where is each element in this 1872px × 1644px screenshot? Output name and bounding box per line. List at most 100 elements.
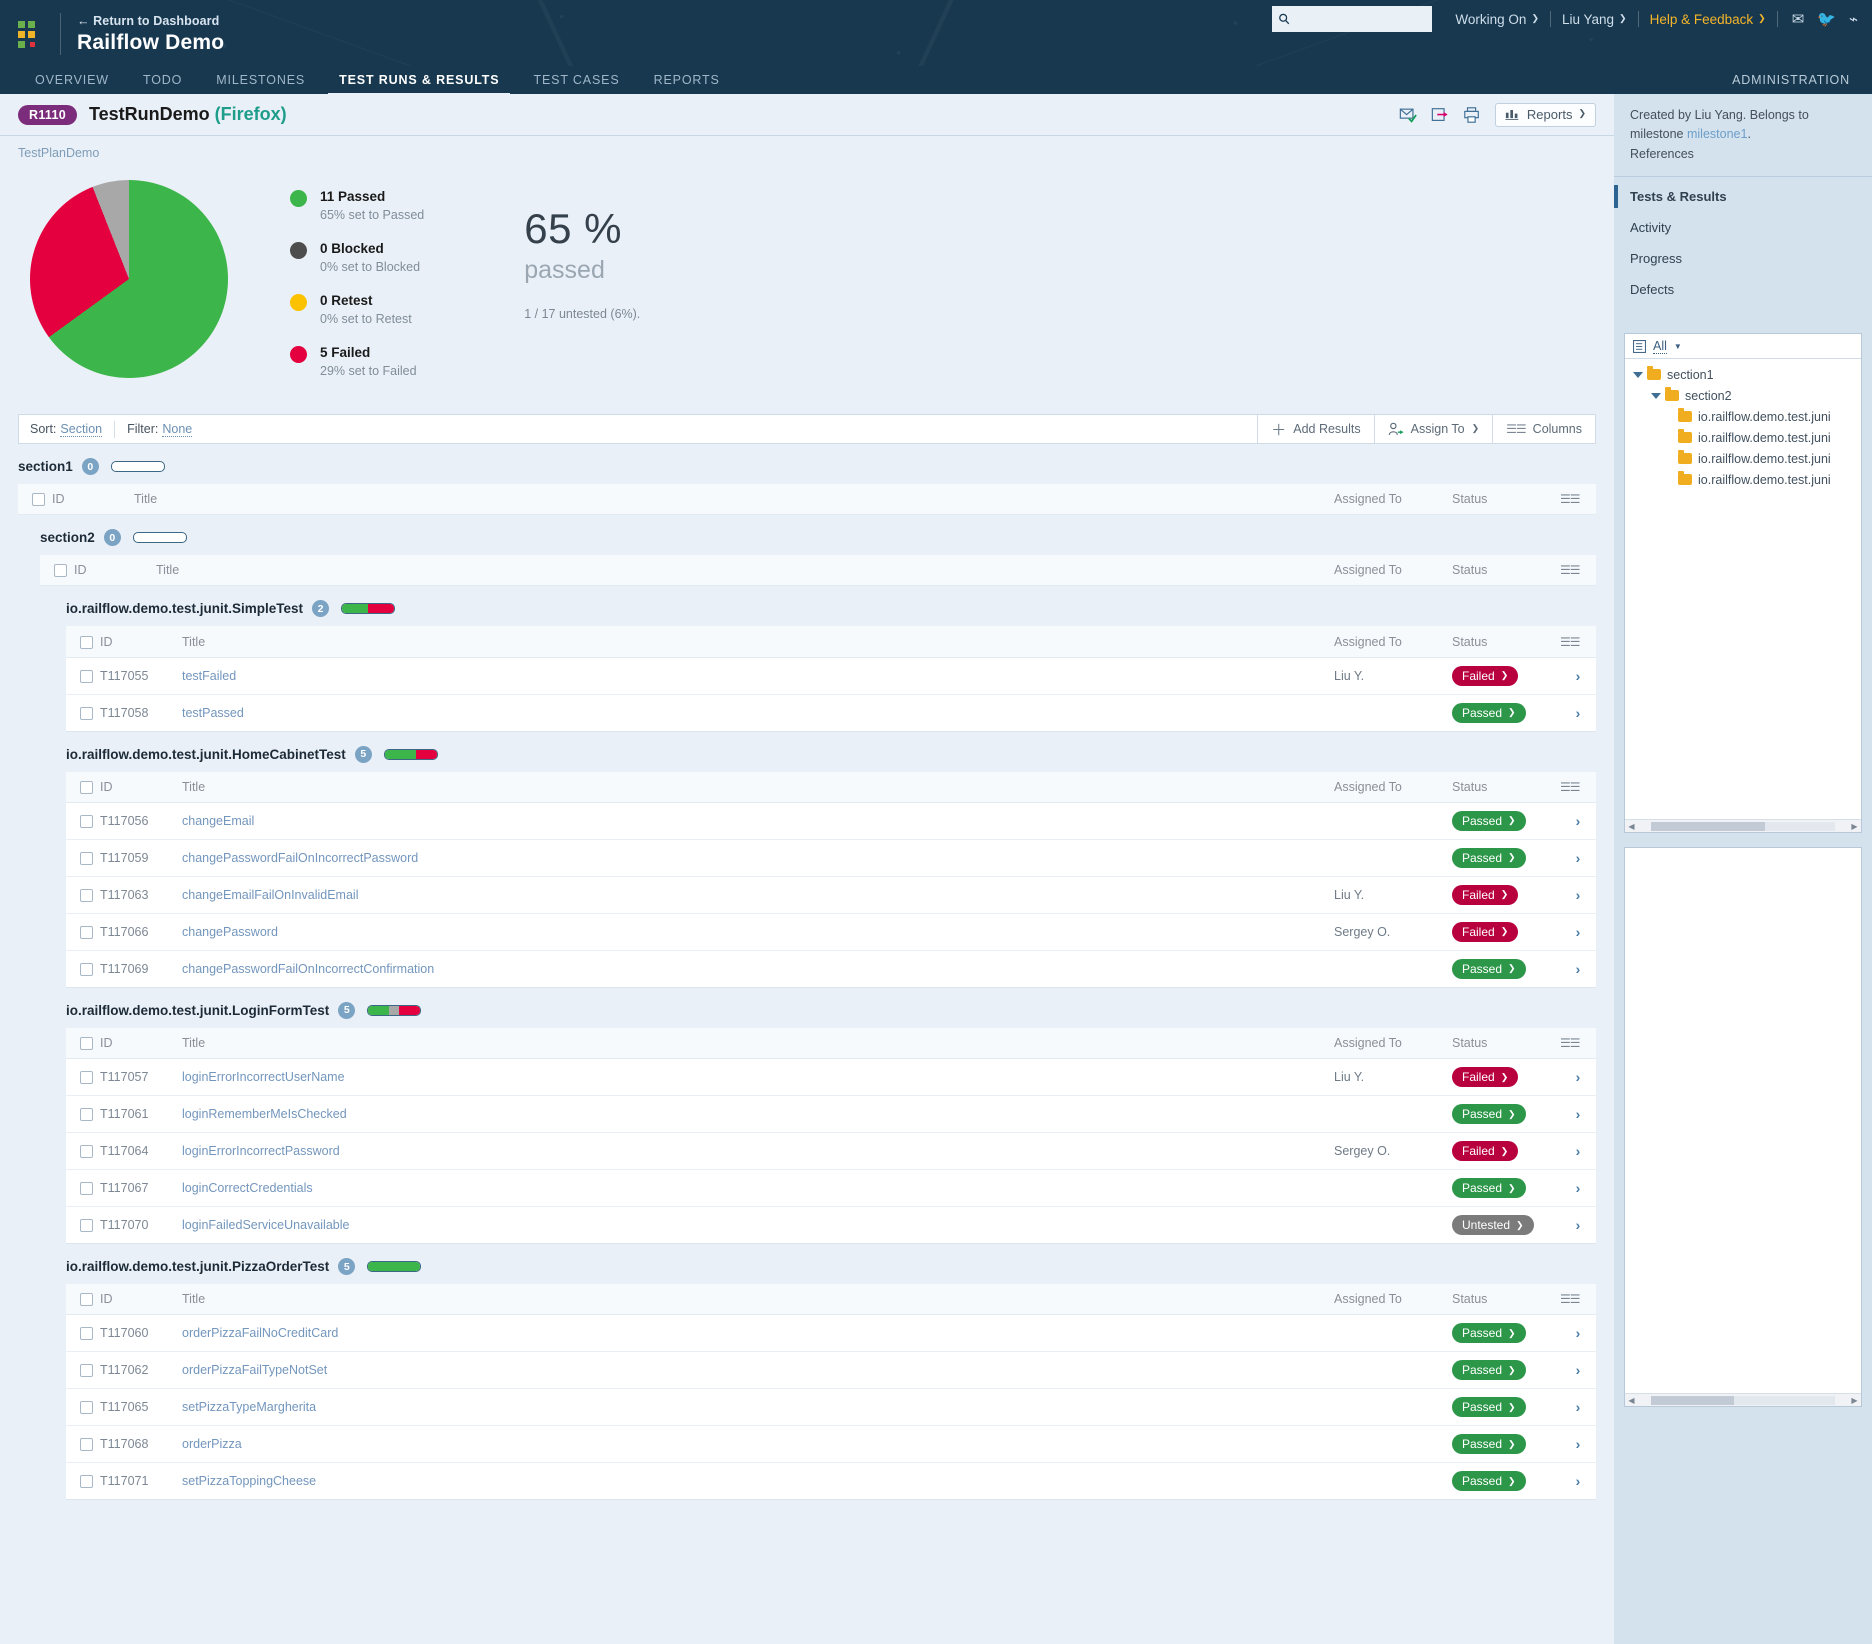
group-header[interactable]: io.railflow.demo.test.junit.LoginFormTes… [66, 988, 1596, 1028]
envelope-icon[interactable]: ✉ [1792, 12, 1805, 27]
print-icon[interactable] [1463, 106, 1481, 124]
status-badge[interactable]: Passed ❯ [1452, 1178, 1526, 1199]
table-row[interactable]: T117055 testFailed Liu Y. Failed ❯ › [66, 657, 1596, 695]
milestone-link[interactable]: milestone1 [1687, 127, 1747, 141]
row-checkbox[interactable] [80, 1364, 93, 1378]
tab-milestones[interactable]: MILESTONES [199, 66, 322, 94]
status-badge[interactable]: Failed ❯ [1452, 1141, 1519, 1162]
assign-to-button[interactable]: Assign To ❯ [1374, 414, 1494, 444]
col-header-assigned[interactable]: Assigned To [1334, 484, 1452, 516]
open-test-icon[interactable]: › [1576, 813, 1581, 829]
help-feedback-menu[interactable]: Help & Feedback ❯ [1639, 12, 1777, 27]
tree-node[interactable]: io.railflow.demo.test.juni [1629, 427, 1861, 448]
add-results-button[interactable]: ＋ Add Results [1258, 414, 1375, 444]
test-title-link[interactable]: loginRememberMeIsChecked [182, 1107, 347, 1121]
test-title-link[interactable]: changePasswordFailOnIncorrectPassword [182, 851, 418, 865]
table-row[interactable]: T117063 changeEmailFailOnInvalidEmail Liu … [66, 876, 1596, 914]
status-badge[interactable]: Passed ❯ [1452, 1360, 1526, 1381]
row-checkbox[interactable] [80, 1327, 93, 1341]
table-row[interactable]: T117057 loginErrorIncorrectUserName Liu Y.… [66, 1058, 1596, 1097]
chevron-down-icon[interactable]: ▼ [1674, 342, 1682, 351]
tree-node[interactable]: section1 [1629, 364, 1861, 385]
select-all-checkbox[interactable] [32, 493, 45, 507]
scroll-thumb[interactable] [1651, 821, 1766, 831]
col-header-title[interactable]: Title [182, 1027, 1334, 1060]
open-test-icon[interactable]: › [1576, 961, 1581, 977]
col-header-status[interactable]: Status [1452, 1027, 1560, 1060]
section-header-1[interactable]: section1 0 [18, 444, 1596, 484]
group-header[interactable]: io.railflow.demo.test.junit.HomeCabinetT… [66, 732, 1596, 772]
col-header-status[interactable]: Status [1452, 771, 1560, 803]
test-title-link[interactable]: changeEmailFailOnInvalidEmail [182, 888, 358, 902]
tree-view-icon[interactable] [1633, 339, 1646, 353]
section-header-2[interactable]: section2 0 [40, 515, 1596, 555]
status-badge[interactable]: Passed ❯ [1452, 1104, 1526, 1125]
row-checkbox[interactable] [80, 925, 93, 939]
col-header-status[interactable]: Status [1452, 1284, 1560, 1316]
tree-node[interactable]: io.railflow.demo.test.juni [1629, 406, 1861, 427]
col-header-assigned[interactable]: Assigned To [1334, 555, 1452, 587]
table-row[interactable]: T117056 changeEmail Passed ❯ › [66, 802, 1596, 840]
row-checkbox[interactable] [80, 706, 93, 720]
scroll-right-icon[interactable]: ▶ [1848, 822, 1861, 831]
open-test-icon[interactable]: › [1576, 1473, 1581, 1489]
col-header-options[interactable]: ☰☰ [1560, 1284, 1596, 1316]
sort-value-link[interactable]: Section [60, 422, 103, 437]
col-header-title[interactable]: Title [182, 626, 1334, 658]
col-header-assigned[interactable]: Assigned To [1334, 771, 1452, 803]
table-row[interactable]: T117062 orderPizzaFailTypeNotSet Passed ❯ › [66, 1351, 1596, 1390]
table-row[interactable]: T117060 orderPizzaFailNoCreditCard Passed … [66, 1314, 1596, 1353]
table-row[interactable]: T117068 orderPizza Passed ❯ › [66, 1425, 1596, 1464]
tree-node[interactable]: io.railflow.demo.test.juni [1629, 448, 1861, 469]
status-badge[interactable]: Passed ❯ [1452, 702, 1526, 723]
row-checkbox[interactable] [80, 1108, 93, 1122]
table-row[interactable]: T117065 setPizzaTypeMargherita Passed ❯ › [66, 1388, 1596, 1427]
status-badge[interactable]: Untested ❯ [1452, 1215, 1534, 1236]
col-header-options[interactable]: ☰☰ [1560, 1027, 1596, 1060]
tab-overview[interactable]: OVERVIEW [18, 66, 126, 94]
test-title-link[interactable]: testPassed [182, 706, 244, 720]
test-title-link[interactable]: loginCorrectCredentials [182, 1181, 313, 1195]
scroll-left-icon[interactable]: ◀ [1625, 1396, 1638, 1405]
scroll-track[interactable] [1651, 1395, 1835, 1405]
status-badge[interactable]: Passed ❯ [1452, 810, 1526, 831]
status-badge[interactable]: Failed ❯ [1452, 1067, 1519, 1088]
open-test-icon[interactable]: › [1576, 887, 1581, 903]
row-checkbox[interactable] [80, 814, 93, 828]
col-header-assigned[interactable]: Assigned To [1334, 626, 1452, 658]
open-test-icon[interactable]: › [1576, 1217, 1581, 1233]
sidebar-item-tests-results[interactable]: Tests & Results [1614, 181, 1872, 212]
test-title-link[interactable]: orderPizzaFailNoCreditCard [182, 1326, 338, 1340]
row-checkbox[interactable] [80, 1071, 93, 1085]
table-row[interactable]: T117066 changePassword Sergey O. Failed ❯ › [66, 913, 1596, 951]
col-header-assigned[interactable]: Assigned To [1334, 1027, 1452, 1060]
breadcrumb-test-plan-link[interactable]: TestPlanDemo [18, 146, 99, 160]
return-to-dashboard-link[interactable]: ← Return to Dashboard [77, 14, 224, 28]
table-row[interactable]: T117064 loginErrorIncorrectPassword Sergey… [66, 1132, 1596, 1171]
col-header-assigned[interactable]: Assigned To [1334, 1284, 1452, 1316]
col-header-title[interactable]: Title [182, 1284, 1334, 1316]
row-checkbox[interactable] [80, 888, 93, 902]
tab-reports[interactable]: REPORTS [637, 66, 737, 94]
open-test-icon[interactable]: › [1576, 1436, 1581, 1452]
status-badge[interactable]: Failed ❯ [1452, 665, 1519, 686]
sidebar-item-activity[interactable]: Activity [1614, 212, 1872, 243]
status-badge[interactable]: Failed ❯ [1452, 921, 1519, 942]
row-checkbox[interactable] [80, 1438, 93, 1452]
row-checkbox[interactable] [80, 851, 93, 865]
col-header-status[interactable]: Status [1452, 626, 1560, 658]
tab-test-runs-results[interactable]: TEST RUNS & RESULTS [322, 66, 516, 97]
row-checkbox[interactable] [80, 1182, 93, 1196]
test-title-link[interactable]: changeEmail [182, 814, 254, 828]
row-checkbox[interactable] [80, 1145, 93, 1159]
tree-node[interactable]: section2 [1629, 385, 1861, 406]
export-icon[interactable] [1431, 106, 1449, 124]
open-test-icon[interactable]: › [1576, 705, 1581, 721]
tree-horizontal-scrollbar[interactable]: ◀ ▶ [1625, 819, 1861, 833]
col-header-options[interactable]: ☰☰ [1560, 771, 1596, 803]
group-header[interactable]: io.railflow.demo.test.junit.SimpleTest 2 [66, 586, 1596, 626]
open-test-icon[interactable]: › [1576, 1069, 1581, 1085]
status-badge[interactable]: Passed ❯ [1452, 1397, 1526, 1418]
test-title-link[interactable]: setPizzaToppingCheese [182, 1474, 316, 1488]
open-test-icon[interactable]: › [1576, 1399, 1581, 1415]
